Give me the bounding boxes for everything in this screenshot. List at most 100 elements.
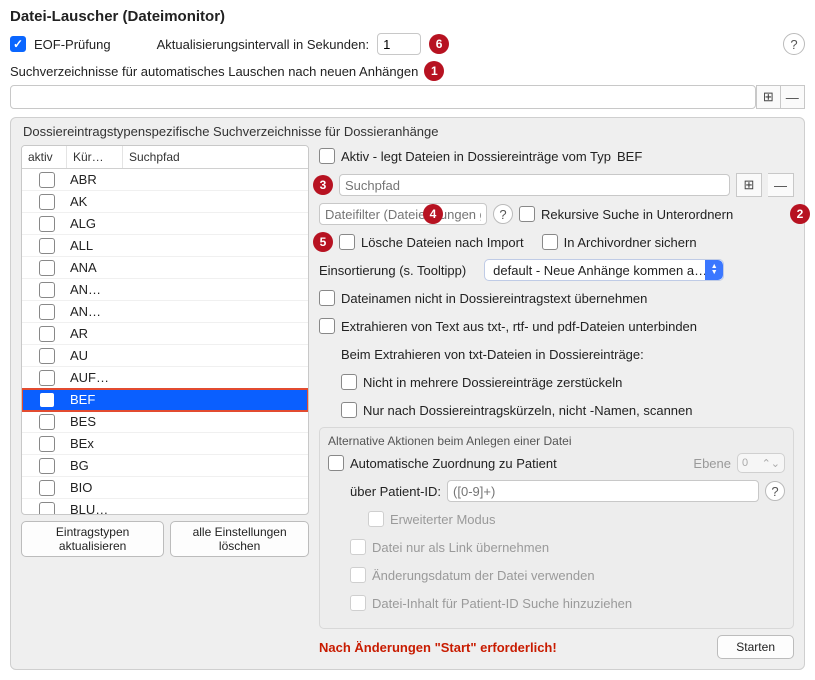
- ext-mode-row: Erweiterter Modus: [368, 508, 785, 530]
- archive-label: In Archivordner sichern: [564, 235, 697, 250]
- content-pid-row: Datei-Inhalt für Patient-ID Suche hinzuz…: [350, 592, 785, 614]
- ebene-stepper[interactable]: 0 ⌃⌄: [737, 453, 785, 473]
- stepper-icon: ⌃⌄: [762, 457, 780, 470]
- row-aktiv-checkbox[interactable]: [39, 436, 55, 452]
- filter-help-button[interactable]: ?: [493, 204, 513, 224]
- row-aktiv-checkbox[interactable]: [39, 348, 55, 364]
- table-row[interactable]: AU: [22, 345, 308, 367]
- no-extract-checkbox[interactable]: [319, 318, 335, 334]
- table-body[interactable]: ABR AK ALGALL ANA AN… AN… AR AU AUF… BEF BES BEx BG B…: [22, 169, 308, 514]
- archive-checkbox[interactable]: [542, 234, 558, 250]
- row-aktiv-checkbox[interactable]: [39, 414, 55, 430]
- aktiv-label: Aktiv - legt Dateien in Dossiereinträge …: [341, 149, 611, 164]
- alt-actions-group: Alternative Aktionen beim Anlegen einer …: [319, 427, 794, 629]
- row-aktiv-checkbox[interactable]: [39, 370, 55, 386]
- table-row[interactable]: ABR: [22, 169, 308, 191]
- row-aktiv-checkbox[interactable]: [39, 282, 55, 298]
- left-buttons-row: Eintragstypen aktualisieren alle Einstel…: [21, 521, 309, 557]
- search-dirs-label-row: Suchverzeichnisse für automatisches Laus…: [10, 61, 805, 81]
- row-aktiv-checkbox[interactable]: [39, 194, 55, 210]
- suchpfad-browse-button[interactable]: ⊞: [736, 173, 762, 197]
- row-aktiv-checkbox[interactable]: [39, 260, 55, 276]
- auto-patient-checkbox[interactable]: [328, 455, 344, 471]
- table-row[interactable]: BG: [22, 455, 308, 477]
- einsortierung-select[interactable]: default - Neue Anhänge kommen a… ▲▼: [484, 259, 724, 281]
- right-column: Aktiv - legt Dateien in Dossiereinträge …: [319, 145, 794, 659]
- row-short: BEx: [66, 436, 122, 451]
- settings-window: Datei-Lauscher (Dateimonitor) EOF-Prüfun…: [0, 0, 815, 680]
- table-row[interactable]: AUF…: [22, 367, 308, 389]
- row-short: BG: [66, 458, 122, 473]
- suchpfad-input[interactable]: [339, 174, 730, 196]
- row-short: AR: [66, 326, 122, 341]
- row-aktiv-checkbox[interactable]: [39, 216, 55, 232]
- col-aktiv[interactable]: aktiv: [22, 146, 66, 168]
- no-split-checkbox[interactable]: [341, 374, 357, 390]
- table-row[interactable]: BIO: [22, 477, 308, 499]
- no-extract-label: Extrahieren von Text aus txt-, rtf- und …: [341, 319, 697, 334]
- table-row[interactable]: BEx: [22, 433, 308, 455]
- row-aktiv-checkbox[interactable]: [39, 172, 55, 188]
- table-row[interactable]: AN…: [22, 279, 308, 301]
- table-row[interactable]: ALG: [22, 213, 308, 235]
- row-aktiv-checkbox[interactable]: [39, 458, 55, 474]
- row-aktiv-checkbox[interactable]: [39, 238, 55, 254]
- row-aktiv-checkbox[interactable]: [39, 392, 55, 408]
- interval-input[interactable]: [377, 33, 421, 55]
- col-path[interactable]: Suchpfad: [122, 146, 308, 168]
- patient-id-regex-input[interactable]: [447, 480, 759, 502]
- link-only-checkbox: [350, 539, 366, 555]
- badge-5: 5: [313, 232, 333, 252]
- row-short: BEF: [66, 392, 122, 407]
- row-aktiv-checkbox[interactable]: [39, 502, 55, 515]
- no-extract-row: Extrahieren von Text aus txt-, rtf- und …: [319, 315, 794, 337]
- alt-actions-title: Alternative Aktionen beim Anlegen einer …: [328, 434, 785, 448]
- no-filename-checkbox[interactable]: [319, 290, 335, 306]
- delete-after-import-checkbox[interactable]: [339, 234, 355, 250]
- pid-help-button[interactable]: ?: [765, 481, 785, 501]
- row-short: AK: [66, 194, 122, 209]
- row-short: AUF…: [66, 370, 122, 385]
- row-aktiv-checkbox[interactable]: [39, 480, 55, 496]
- table-row[interactable]: BLU…: [22, 499, 308, 514]
- content-pid-label: Datei-Inhalt für Patient-ID Suche hinzuz…: [372, 596, 632, 611]
- recursive-checkbox[interactable]: [519, 206, 535, 222]
- row-short: ANA: [66, 260, 122, 275]
- table-row[interactable]: AK: [22, 191, 308, 213]
- filter-row: ? Rekursive Suche in Unterordnern 4 2: [319, 203, 794, 225]
- extract-sub-label-row: Beim Extrahieren von txt-Dateien in Doss…: [341, 343, 794, 365]
- only-short-checkbox[interactable]: [341, 402, 357, 418]
- table-row[interactable]: AN…: [22, 301, 308, 323]
- mod-date-checkbox: [350, 567, 366, 583]
- table-row[interactable]: ANA: [22, 257, 308, 279]
- table-row[interactable]: BES: [22, 411, 308, 433]
- row-short: AN…: [66, 304, 122, 319]
- content-pid-checkbox: [350, 595, 366, 611]
- no-split-row: Nicht in mehrere Dossiereinträge zerstüc…: [341, 371, 794, 393]
- delete-after-import-label: Lösche Dateien nach Import: [361, 235, 524, 250]
- remove-dir-button[interactable]: —: [781, 85, 805, 109]
- table-row[interactable]: BEF: [22, 389, 308, 411]
- table-row[interactable]: AR: [22, 323, 308, 345]
- table-row[interactable]: ALL: [22, 235, 308, 257]
- row-short: ABR: [66, 172, 122, 187]
- search-dirs-input[interactable]: [10, 85, 756, 109]
- help-button-top[interactable]: ?: [783, 33, 805, 55]
- clear-settings-button[interactable]: alle Einstellungen löschen: [170, 521, 309, 557]
- row-short: BLU…: [66, 502, 122, 514]
- recursive-label: Rekursive Suche in Unterordnern: [541, 207, 733, 222]
- aktiv-checkbox[interactable]: [319, 148, 335, 164]
- extract-sub-label: Beim Extrahieren von txt-Dateien in Doss…: [341, 347, 644, 362]
- mod-date-row: Änderungsdatum der Datei verwenden: [350, 564, 785, 586]
- start-button[interactable]: Starten: [717, 635, 794, 659]
- row-aktiv-checkbox[interactable]: [39, 304, 55, 320]
- row-short: AN…: [66, 282, 122, 297]
- finder-browse-button[interactable]: ⊞: [756, 85, 781, 109]
- suchpfad-remove-button[interactable]: —: [768, 173, 794, 197]
- file-filter-input[interactable]: [319, 203, 487, 225]
- row-aktiv-checkbox[interactable]: [39, 326, 55, 342]
- col-short[interactable]: Kür…: [66, 146, 122, 168]
- suchpfad-row: 3 ⊞ —: [319, 173, 794, 197]
- refresh-types-button[interactable]: Eintragstypen aktualisieren: [21, 521, 164, 557]
- eof-check-checkbox[interactable]: [10, 36, 26, 52]
